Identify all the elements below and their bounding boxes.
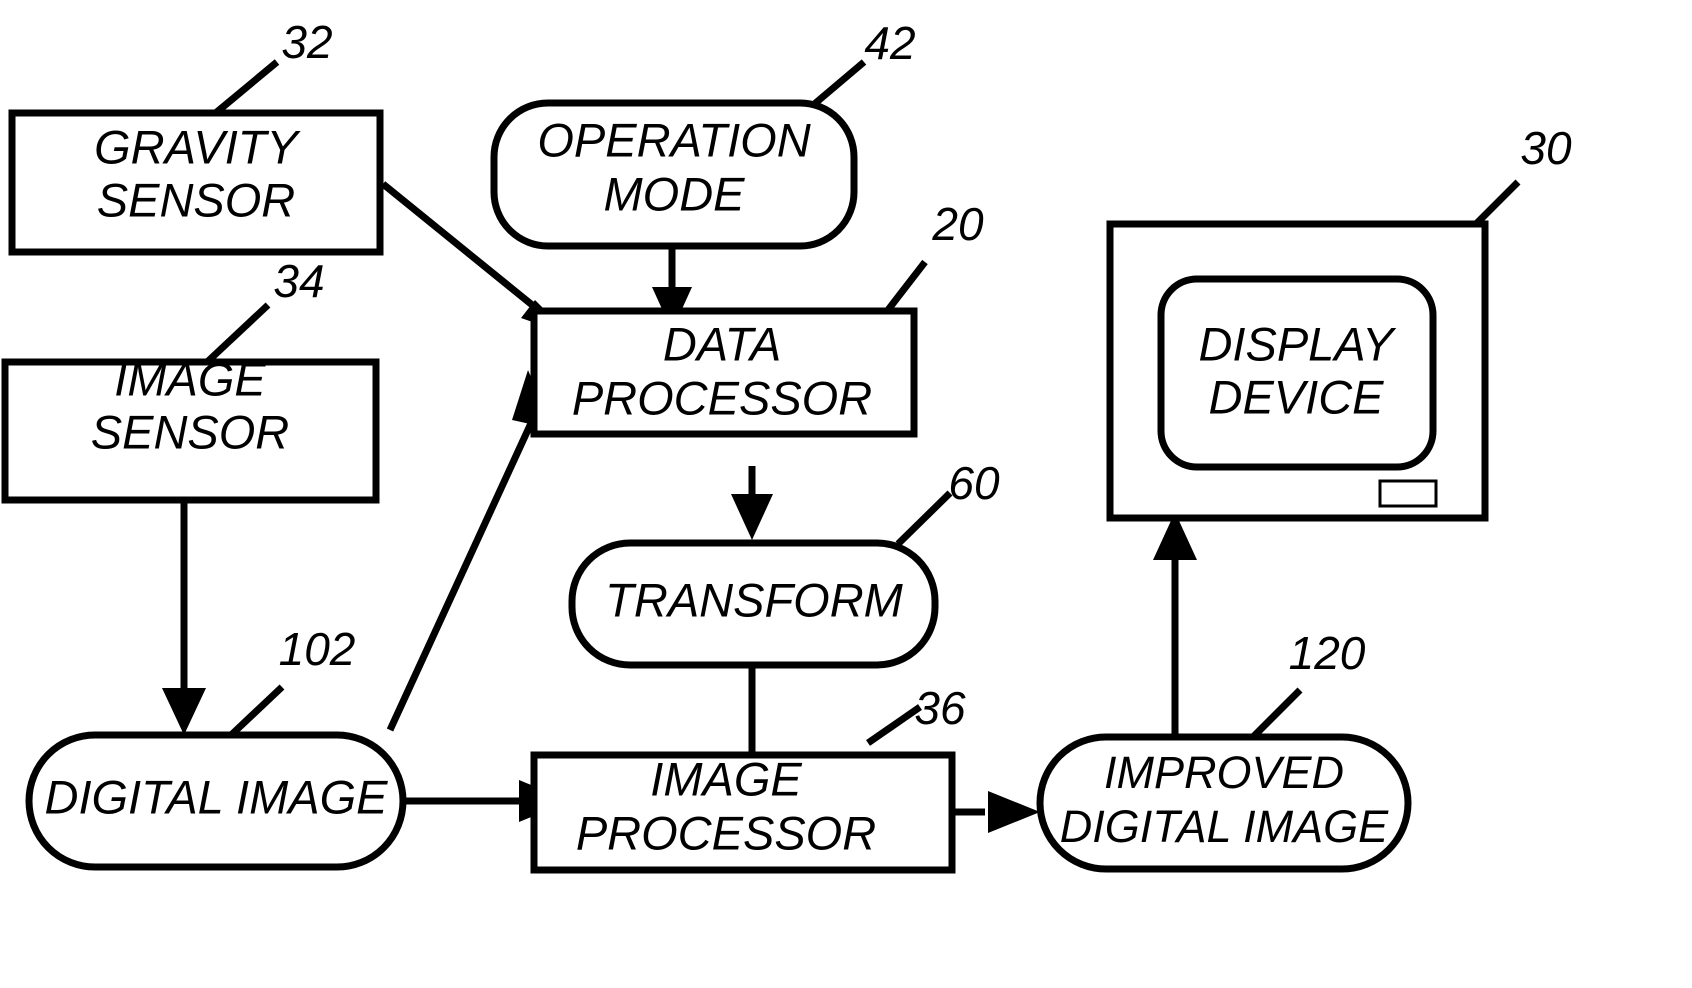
image-processor-label-line2: PROCESSOR — [576, 806, 876, 859]
image-sensor-label-line2: SENSOR — [91, 405, 290, 458]
operation-mode-label-line1: OPERATION — [537, 113, 810, 166]
improved-digital-image-label-line2: DIGITAL IMAGE — [1060, 801, 1389, 852]
connection-improved-digital-image-to-display-device — [1153, 512, 1197, 740]
ref-label-102: 102 — [279, 623, 356, 675]
operation-mode-label-line2: MODE — [604, 167, 746, 220]
leader-line-102 — [226, 684, 285, 740]
digital-image-label: DIGITAL IMAGE — [45, 770, 389, 823]
node-transform[interactable]: TRANSFORM — [568, 539, 939, 669]
leader-line-60 — [895, 490, 953, 547]
ref-label-20: 20 — [931, 198, 984, 250]
node-data-processor[interactable]: DATA PROCESSOR — [530, 307, 918, 438]
improved-digital-image-label-line1: IMPROVED — [1104, 747, 1344, 798]
display-device-label-line2: DEVICE — [1209, 370, 1385, 423]
gravity-sensor-label-line1: GRAVITY — [94, 120, 301, 173]
leader-line-32 — [209, 59, 280, 119]
node-image-processor[interactable]: IMAGE PROCESSOR — [530, 751, 956, 874]
gravity-sensor-label-line2: SENSOR — [97, 173, 296, 226]
node-operation-mode[interactable]: OPERATION MODE — [490, 99, 858, 250]
display-device-indicator — [1378, 479, 1438, 508]
node-image-sensor[interactable]: IMAGE SENSOR — [1, 352, 380, 504]
node-digital-image[interactable]: DIGITAL IMAGE — [25, 731, 407, 871]
ref-label-42: 42 — [864, 17, 915, 69]
image-processor-label-line1: IMAGE — [650, 752, 802, 805]
node-improved-digital-image[interactable]: IMPROVED DIGITAL IMAGE — [1036, 733, 1412, 873]
ref-label-32: 32 — [281, 16, 332, 68]
connection-digital-image-to-data-processor — [386, 370, 553, 732]
ref-label-36: 36 — [914, 682, 966, 734]
leader-line-42 — [809, 59, 867, 109]
connection-image-sensor-to-digital-image — [162, 500, 206, 735]
leader-line-120 — [1247, 687, 1303, 743]
node-gravity-sensor[interactable]: GRAVITY SENSOR — [8, 109, 384, 256]
ref-label-60: 60 — [948, 457, 1000, 509]
image-sensor-label-line1: IMAGE — [114, 352, 266, 405]
connection-image-processor-to-improved-digital-image — [952, 791, 1040, 833]
patent-block-diagram: GRAVITY SENSOR 32 IMAGE SENSOR 34 OPERAT… — [0, 0, 1692, 988]
display-device-label-line1: DISPLAY — [1198, 317, 1397, 370]
ref-label-120: 120 — [1289, 627, 1366, 679]
data-processor-label-line1: DATA — [663, 317, 781, 370]
node-display-device[interactable]: DISPLAY DEVICE — [1106, 220, 1489, 522]
leader-line-36 — [866, 704, 922, 746]
data-processor-label-line2: PROCESSOR — [572, 371, 872, 424]
connection-data-processor-to-transform — [731, 466, 773, 540]
ref-label-30: 30 — [1520, 122, 1572, 174]
ref-label-34: 34 — [273, 255, 324, 307]
transform-label: TRANSFORM — [605, 573, 904, 626]
